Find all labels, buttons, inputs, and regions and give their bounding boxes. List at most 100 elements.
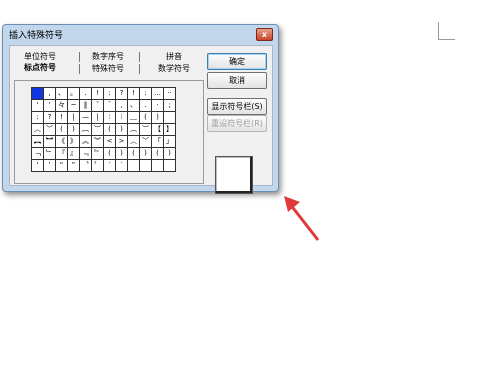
- symbol-cell[interactable]: “: [55, 159, 68, 172]
- symbol-cell[interactable]: >: [115, 135, 128, 148]
- symbol-cell[interactable]: ,: [115, 99, 128, 112]
- symbol-cell[interactable]: [139, 159, 152, 172]
- symbol-cell[interactable]: ︺: [91, 123, 104, 136]
- symbol-cell[interactable]: 『: [55, 147, 68, 160]
- symbol-cell[interactable]: [163, 159, 176, 172]
- close-button[interactable]: x: [256, 28, 273, 41]
- symbol-cell[interactable]: ﹂: [43, 147, 56, 160]
- symbol-cell[interactable]: .: [79, 87, 92, 100]
- symbol-cell[interactable]: .: [139, 99, 152, 112]
- symbol-cell[interactable]: ︿: [127, 135, 140, 148]
- symbol-cell[interactable]: ··: [163, 87, 176, 100]
- symbol-cell[interactable]: 「: [151, 135, 164, 148]
- symbol-cell[interactable]: ﹏: [127, 111, 140, 124]
- symbol-cell[interactable]: |: [67, 111, 80, 124]
- symbol-cell[interactable]: 《: [55, 135, 68, 148]
- tab-special-symbols[interactable]: 特殊符号: [88, 64, 128, 74]
- symbol-cell[interactable]: —: [79, 111, 92, 124]
- symbol-cell[interactable]: ′: [115, 159, 128, 172]
- symbol-cell[interactable]: …: [151, 87, 164, 100]
- symbol-cell[interactable]: (: [151, 147, 164, 160]
- symbol-row: ︿ ﹀() ︹ ︺() ︵ ︶ 【】: [31, 123, 176, 136]
- symbol-cell[interactable]: ?: [43, 111, 56, 124]
- symbol-cell[interactable]: ·: [151, 99, 164, 112]
- symbol-cell[interactable]: ”: [67, 159, 80, 172]
- dialog-titlebar[interactable]: 插入特殊符号 x: [3, 25, 278, 45]
- symbol-cell[interactable]: ': [43, 99, 56, 112]
- symbol-cell[interactable]: ): [151, 111, 164, 124]
- symbol-cell[interactable]: (: [55, 123, 68, 136]
- symbol-cell[interactable]: :: [103, 87, 116, 100]
- tab-unit-symbols[interactable]: 单位符号: [20, 52, 60, 62]
- symbol-cell[interactable]: ;: [163, 99, 176, 112]
- symbol-cell[interactable]: :: [31, 111, 44, 124]
- symbol-preview-box: [215, 156, 253, 194]
- symbol-cell[interactable]: 】: [163, 123, 176, 136]
- symbol-cell[interactable]: ): [115, 123, 128, 136]
- symbol-cell[interactable]: ‘: [31, 159, 44, 172]
- symbol-cell[interactable]: !: [91, 87, 104, 100]
- cancel-button[interactable]: 取消: [207, 72, 267, 89]
- ok-button[interactable]: 确定: [207, 53, 267, 70]
- tab-math-symbols[interactable]: 数学符号: [154, 64, 194, 74]
- symbol-cell[interactable]: ?: [115, 87, 128, 100]
- symbol-cell[interactable]: ∶: [103, 111, 116, 124]
- symbol-cell[interactable]: [127, 159, 140, 172]
- symbol-cell[interactable]: [31, 87, 44, 100]
- symbol-cell[interactable]: ): [115, 147, 128, 160]
- symbol-cell[interactable]: ︶: [139, 123, 152, 136]
- symbol-cell[interactable]: ): [67, 123, 80, 136]
- symbol-cell[interactable]: ︾: [91, 135, 104, 148]
- symbol-cell[interactable]: ,: [43, 87, 56, 100]
- symbol-cell[interactable]: (: [127, 147, 140, 160]
- symbol-cell[interactable]: 【: [151, 123, 164, 136]
- symbol-cell[interactable]: ︽: [79, 135, 92, 148]
- symbol-cell[interactable]: ’: [43, 159, 56, 172]
- symbol-cell[interactable]: !: [127, 87, 140, 100]
- symbol-cell[interactable]: (: [139, 111, 152, 124]
- symbol-cell[interactable]: ︵: [127, 123, 140, 136]
- symbol-cell[interactable]: ﹀: [43, 123, 56, 136]
- symbol-cell[interactable]: :: [139, 87, 152, 100]
- show-symbol-toolbar-button[interactable]: 显示符号栏(S): [207, 98, 267, 115]
- tab-number-sequence[interactable]: 数字序号: [88, 52, 128, 62]
- reset-symbol-toolbar-button[interactable]: 重设符号栏(R): [207, 115, 267, 132]
- symbol-cell[interactable]: ﹄: [91, 147, 104, 160]
- symbol-cell[interactable]: ︻: [31, 135, 44, 148]
- tab-pinyin[interactable]: 拼音: [154, 52, 194, 62]
- symbol-cell[interactable]: 〞: [91, 159, 104, 172]
- symbol-cell[interactable]: ': [31, 99, 44, 112]
- symbol-cell[interactable]: ~: [67, 99, 80, 112]
- symbol-cell[interactable]: ︿: [31, 123, 44, 136]
- symbol-cell[interactable]: 〝: [79, 159, 92, 172]
- symbol-cell[interactable]: ︹: [79, 123, 92, 136]
- symbol-cell[interactable]: ‖: [79, 99, 92, 112]
- symbol-cell[interactable]: 々: [55, 99, 68, 112]
- symbol-cell[interactable]: ): [163, 147, 176, 160]
- symbol-cell[interactable]: 」: [163, 135, 176, 148]
- symbol-cell[interactable]: <: [103, 135, 116, 148]
- symbol-cell[interactable]: ﹃: [79, 147, 92, 160]
- symbol-cell[interactable]: ﹁: [31, 147, 44, 160]
- symbol-cell[interactable]: 』: [67, 147, 80, 160]
- arrow-shaft: [288, 203, 320, 241]
- symbol-cell[interactable]: ﹀: [139, 135, 152, 148]
- symbol-cell[interactable]: [151, 159, 164, 172]
- symbol-cell[interactable]: !: [55, 111, 68, 124]
- symbol-cell[interactable]: ‵: [103, 159, 116, 172]
- symbol-cell[interactable]: 、: [127, 99, 140, 112]
- symbol-cell[interactable]: ): [139, 147, 152, 160]
- symbol-cell[interactable]: ︼: [43, 135, 56, 148]
- symbol-cell[interactable]: ︱: [115, 111, 128, 124]
- symbol-cell[interactable]: ˇ: [91, 99, 104, 112]
- symbol-cell[interactable]: (: [103, 123, 116, 136]
- symbol-cell[interactable]: 》: [67, 135, 80, 148]
- symbol-cell[interactable]: |: [91, 111, 104, 124]
- symbol-cell[interactable]: (: [103, 147, 116, 160]
- symbol-cell[interactable]: ˉ: [103, 99, 116, 112]
- symbol-row: ﹁ ﹂ 『』 ﹃ ﹄()()(): [31, 147, 176, 160]
- symbol-cell[interactable]: 。: [67, 87, 80, 100]
- tab-punctuation[interactable]: 标点符号: [20, 63, 60, 73]
- symbol-cell[interactable]: [163, 111, 176, 124]
- symbol-cell[interactable]: 、: [55, 87, 68, 100]
